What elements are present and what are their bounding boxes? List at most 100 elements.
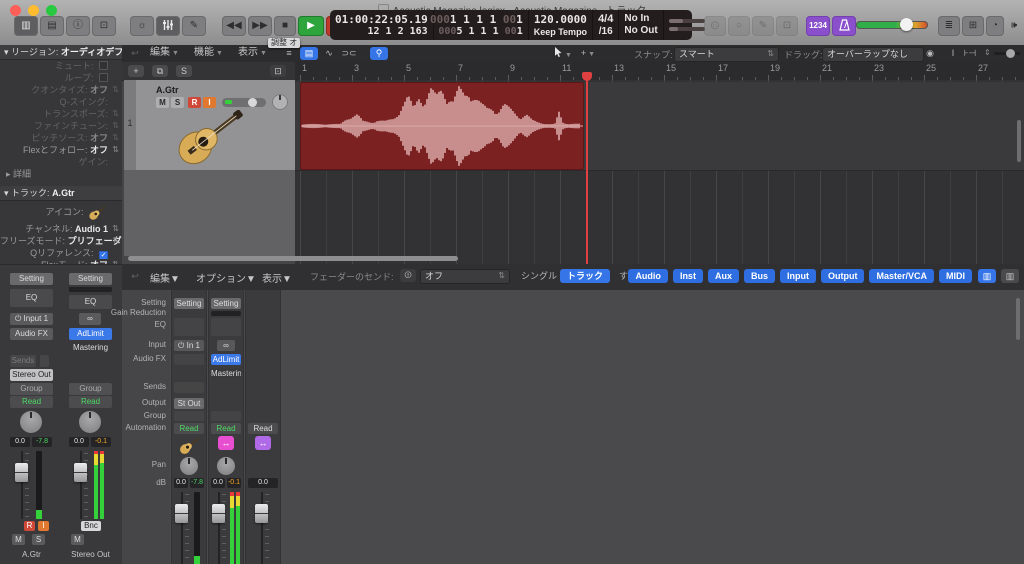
- mixer-view-wide-icon[interactable]: ▥: [1001, 269, 1019, 283]
- track-inspector-header[interactable]: ▾ トラック: A.Gtr: [0, 186, 122, 201]
- track-volume-knob[interactable]: [248, 98, 257, 107]
- back-icon[interactable]: ↩: [126, 270, 144, 283]
- track-inspector-row[interactable]: フリーズモード: プリフェーダー⇅: [0, 235, 122, 247]
- track-solo-button[interactable]: S: [171, 97, 184, 108]
- lcd-time-signature[interactable]: 4/4 /16: [593, 10, 619, 40]
- vertical-zoom-slider[interactable]: [994, 52, 1020, 55]
- list-editors-icon[interactable]: ≣: [938, 16, 960, 36]
- playhead[interactable]: [586, 72, 588, 264]
- master-volume-slider[interactable]: [856, 21, 928, 29]
- region-inspector-row[interactable]: ループ:: [0, 72, 122, 84]
- track-record-enable-button[interactable]: R: [188, 97, 201, 108]
- filter-button-midi[interactable]: MIDI: [939, 269, 972, 283]
- volume-value[interactable]: 0.0: [10, 437, 30, 447]
- lcd-position[interactable]: 01:00:22:05.19 12 1 2 163: [330, 10, 434, 40]
- region-inspector-row[interactable]: Q-スイング:: [0, 96, 122, 108]
- group-slot[interactable]: Group: [10, 383, 53, 395]
- volume-fader[interactable]: [255, 504, 268, 523]
- input-slot[interactable]: ⏻ In 1: [174, 340, 204, 351]
- editors-icon[interactable]: ✎: [182, 16, 206, 36]
- peak-value[interactable]: -7.8: [190, 478, 204, 488]
- sends-slot[interactable]: Sends: [10, 355, 36, 367]
- audio-fx-mastering[interactable]: Mastering: [211, 368, 241, 379]
- count-in-button[interactable]: 1234: [806, 16, 830, 36]
- volume-fader[interactable]: [15, 463, 28, 482]
- track-lanes[interactable]: [295, 80, 1024, 264]
- filter-button-audio[interactable]: Audio: [628, 269, 668, 283]
- mute-button[interactable]: M: [71, 534, 84, 545]
- stop-button[interactable]: ■: [274, 16, 296, 36]
- setting-button[interactable]: Setting: [211, 298, 241, 309]
- eq-slot[interactable]: [174, 318, 204, 336]
- stepper-icon[interactable]: ⇅: [112, 84, 119, 96]
- peak-value[interactable]: -0.1: [227, 478, 241, 488]
- tracks-functions-menu[interactable]: 機能▼: [194, 46, 223, 60]
- audio-fx-slot[interactable]: Audio FX: [10, 328, 53, 340]
- mixer-vertical-scrollbar[interactable]: [1016, 298, 1020, 340]
- pan-knob[interactable]: [79, 411, 101, 433]
- stepper-icon[interactable]: ⇅: [112, 108, 119, 120]
- tracks-vertical-scrollbar[interactable]: [1017, 120, 1021, 162]
- mixer-strip-stereo-out[interactable]: Setting ∞ AdLimit Mastering Read ↔ 0.0 -…: [208, 290, 244, 564]
- drag-dropdown[interactable]: オーバーラップなし⇅: [822, 47, 924, 62]
- automation-mode-button[interactable]: Read: [248, 423, 278, 434]
- zoom-tool-icon[interactable]: I: [946, 47, 960, 60]
- lcd-beats[interactable]: 0001 1 1 1 001 0005 1 1 1 001: [434, 10, 529, 40]
- mixer-options-menu[interactable]: オプション▼: [196, 270, 256, 285]
- automation-icon[interactable]: ∿: [320, 47, 338, 60]
- flex-icon[interactable]: ⊃⊂: [340, 47, 358, 60]
- track-inspector-row[interactable]: チャンネル: Audio 1⇅: [0, 223, 122, 235]
- track-input-monitor-button[interactable]: I: [203, 97, 216, 108]
- stepper-icon[interactable]: ⇅: [112, 235, 119, 247]
- lcd-midi-io[interactable]: No In No Out: [619, 10, 663, 40]
- filter-button-aux[interactable]: Aux: [708, 269, 739, 283]
- output-slot[interactable]: St Out: [174, 398, 204, 409]
- pan-knob[interactable]: [180, 457, 198, 475]
- power-icon[interactable]: ⏼: [400, 269, 416, 282]
- group-slot[interactable]: Group: [69, 383, 112, 395]
- solo-button[interactable]: S: [32, 534, 45, 545]
- stepper-icon[interactable]: ⇅: [112, 144, 119, 156]
- filter-button-input[interactable]: Input: [780, 269, 816, 283]
- automation-mode-button[interactable]: Read: [211, 423, 241, 434]
- audio-fx-adlimit[interactable]: AdLimit: [211, 354, 241, 365]
- command-click-tool-menu[interactable]: +▼: [577, 47, 599, 60]
- stepper-icon[interactable]: ⇅: [112, 223, 119, 235]
- collapse-icon[interactable]: ⊦⊣: [962, 47, 978, 60]
- region-inspector-row[interactable]: ピッチソース: オフ⇅: [0, 132, 122, 144]
- mixer-edit-menu[interactable]: 編集▼: [150, 270, 180, 285]
- waveform-vertical-zoom-icon[interactable]: ◉: [922, 47, 938, 60]
- group-slot[interactable]: [174, 411, 204, 421]
- pan-knob[interactable]: [20, 411, 42, 433]
- setting-button[interactable]: Setting: [10, 273, 53, 285]
- audio-fx-adlimit[interactable]: AdLimit: [69, 328, 112, 340]
- smart-controls-icon[interactable]: ☼: [130, 16, 154, 36]
- input-slot[interactable]: ⏻ Input 1: [10, 313, 53, 325]
- library-icon[interactable]: ▥: [14, 16, 38, 36]
- automation-mode-button[interactable]: Read: [174, 423, 204, 434]
- filter-button-bus[interactable]: Bus: [744, 269, 775, 283]
- track-inspector-row[interactable]: Qリファレンス: ✓: [0, 247, 122, 259]
- track-volume-slider[interactable]: [222, 98, 266, 107]
- inspector-icon[interactable]: ▤: [40, 16, 64, 36]
- automation-mode-button[interactable]: Read: [10, 396, 53, 408]
- audio-output-icon[interactable]: 🕪: [1006, 16, 1022, 36]
- waveform-zoom-icon[interactable]: ▤: [300, 47, 318, 60]
- audio-fx-slot[interactable]: [174, 354, 204, 365]
- lcd-display[interactable]: 01:00:22:05.19 12 1 2 163 0001 1 1 1 001…: [330, 10, 692, 40]
- global-solo-button[interactable]: S: [176, 65, 192, 77]
- view-tracks-button[interactable]: トラック: [560, 269, 610, 283]
- note-pads-icon[interactable]: ⊞: [962, 16, 984, 36]
- forward-button[interactable]: ▶▶: [248, 16, 272, 36]
- volume-value[interactable]: 0.0: [174, 478, 188, 488]
- empty-track-list-area[interactable]: [124, 170, 295, 256]
- region-inspector-header[interactable]: ▾ リージョン: オーディオデフォルト: [0, 45, 122, 60]
- record-enable-button[interactable]: R: [24, 521, 35, 531]
- duplicate-track-button[interactable]: ⧉: [152, 65, 168, 77]
- audio-fx-mastering[interactable]: Mastering: [69, 342, 112, 354]
- region-more-disclosure[interactable]: ▸ 詳細: [0, 168, 122, 180]
- add-track-button[interactable]: +: [128, 65, 144, 77]
- pencil-icon[interactable]: ✎: [752, 16, 774, 36]
- catch-playhead-icon[interactable]: ⚲: [370, 47, 388, 60]
- playhead-marker[interactable]: [582, 72, 592, 81]
